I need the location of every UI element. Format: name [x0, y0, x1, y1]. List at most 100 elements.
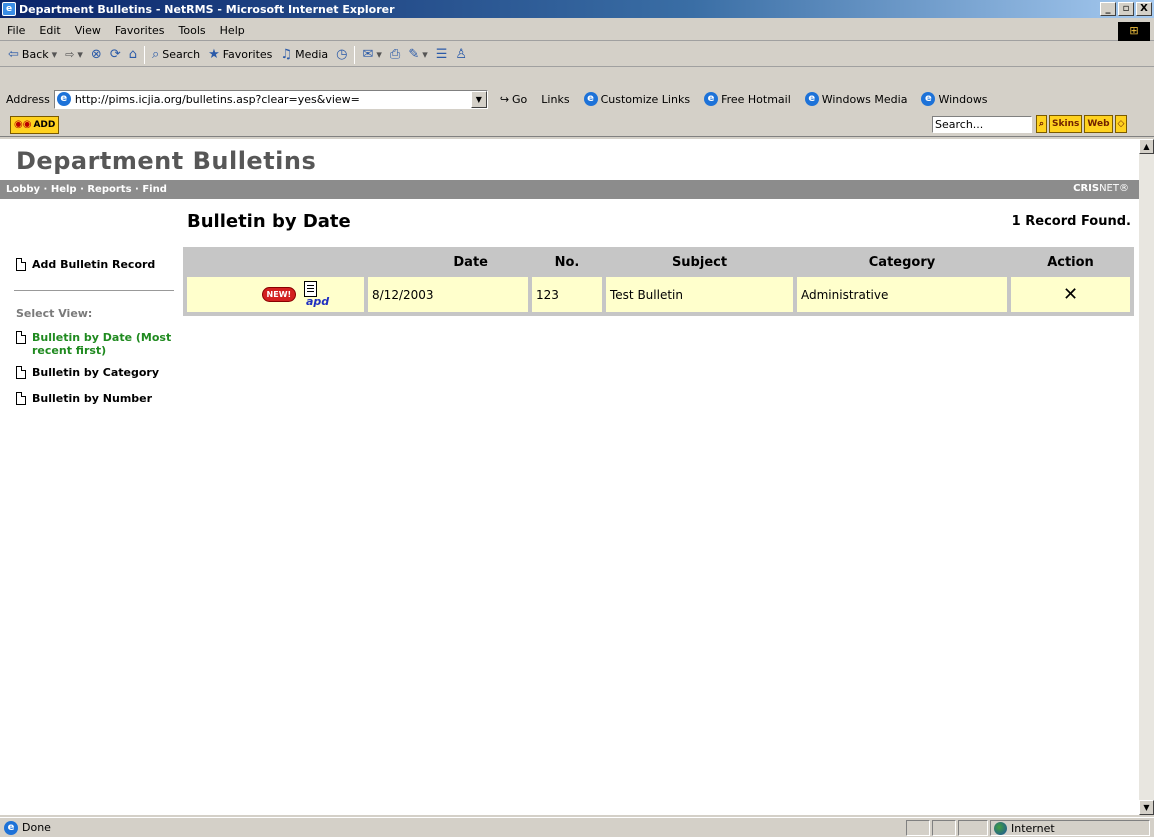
nav-help[interactable]: Help	[51, 184, 77, 195]
web-button[interactable]: Web	[1084, 115, 1113, 133]
maximize-button[interactable]: ▫	[1118, 2, 1134, 16]
mail-button[interactable]: ✉ ▾	[358, 44, 385, 66]
menu-view[interactable]: View	[68, 24, 108, 37]
address-dropdown-icon[interactable]: ▼	[470, 90, 487, 108]
view-bulletin-by-number[interactable]: Bulletin by Number	[16, 392, 152, 405]
media-button[interactable]: ♫ Media	[276, 44, 332, 66]
page-icon	[16, 392, 26, 405]
plugin-search-input[interactable]: Search...	[932, 116, 1032, 133]
link-windows-media[interactable]: e Windows Media	[804, 92, 907, 106]
refresh-icon: ⟳	[109, 47, 121, 62]
print-icon: ⎙	[389, 47, 401, 62]
address-label: Address	[6, 92, 50, 106]
window-title-bar: e Department Bulletins - NetRMS - Micros…	[0, 0, 1154, 18]
favorites-button[interactable]: ★ Favorites	[204, 44, 276, 66]
plugin-search-icon[interactable]: ⌕	[1036, 115, 1048, 133]
ie-link-icon: e	[583, 92, 598, 106]
media-icon: ♫	[280, 47, 293, 62]
skins-button[interactable]: Skins	[1049, 115, 1083, 133]
ie-link-icon: e	[704, 92, 719, 106]
back-label: Back	[21, 48, 49, 61]
page-content: Department Bulletins Lobby · Help · Repo…	[0, 139, 1139, 815]
add-plugin-button[interactable]: ◉◉ ADD	[10, 115, 60, 134]
view-label: Bulletin by Number	[32, 392, 153, 405]
links-label: Links	[541, 92, 570, 106]
view-label: Bulletin by Date (Most recent first)	[32, 331, 172, 357]
vertical-scrollbar[interactable]: ▲ ▼	[1139, 139, 1154, 815]
link-label: Customize Links	[600, 92, 691, 106]
add-label: ADD	[33, 119, 56, 130]
status-panel	[958, 820, 988, 836]
section-title: Bulletin by Date	[187, 211, 351, 232]
add-bulletin-record-label: Add Bulletin Record	[32, 258, 156, 271]
column-header-number: No.	[532, 251, 602, 273]
history-button[interactable]: ◷	[332, 44, 351, 66]
menu-bar: File Edit View Favorites Tools Help ⊞	[0, 21, 1154, 41]
refresh-button[interactable]: ⟳	[106, 44, 125, 66]
close-button[interactable]: X	[1136, 2, 1152, 16]
links-bar: Links e Customize Links e Free Hotmail e Wi…	[541, 92, 988, 106]
chevron-down-icon: ▾	[376, 48, 382, 61]
link-label: Windows	[938, 92, 988, 106]
go-button[interactable]: ↪ Go	[500, 93, 527, 106]
address-url: http://pims.icjia.org/bulletins.asp?clea…	[74, 92, 360, 106]
stop-button[interactable]: ⊗	[87, 44, 106, 66]
bulletin-table: Date No. Subject Category Action NEW! ap…	[183, 247, 1134, 316]
ie-app-icon: e	[2, 2, 16, 16]
menu-tools[interactable]: Tools	[172, 24, 213, 37]
discuss-button[interactable]: ☰	[432, 44, 452, 66]
nav-find[interactable]: Find	[142, 184, 167, 195]
standard-toolbar: ⇦ Back ▾ ⇨ ▾ ⊗ ⟳ ⌂ ⌕ Search ★ Favorites …	[0, 43, 1154, 67]
icons-cell: NEW! apd	[187, 277, 364, 312]
forward-button[interactable]: ⇨ ▾	[61, 44, 87, 66]
crisnet-logo: CRISNET®	[1073, 183, 1129, 194]
nav-reports[interactable]: Reports	[87, 184, 131, 195]
link-customize-links[interactable]: e Customize Links	[583, 92, 691, 106]
brand-bold: CRIS	[1073, 183, 1100, 194]
back-arrow-icon: ⇦	[8, 47, 19, 62]
stop-icon: ⊗	[90, 47, 102, 62]
search-button[interactable]: ⌕ Search	[148, 44, 204, 66]
table-row[interactable]: NEW! apd 8/12/2003 123 Test Bulletin Adm…	[187, 277, 1130, 312]
discuss-icon: ☰	[435, 47, 448, 62]
search-icon: ⌕	[151, 47, 160, 62]
view-bulletin-by-category[interactable]: Bulletin by Category	[16, 366, 159, 379]
sidebar-divider	[14, 290, 174, 291]
view-bulletin-by-date[interactable]: Bulletin by Date (Most recent first)	[16, 331, 186, 357]
back-button[interactable]: ⇦ Back ▾	[4, 44, 61, 66]
windows-logo-icon: ⊞	[1118, 22, 1150, 41]
record-count: 1 Record Found.	[1011, 214, 1131, 229]
menu-help[interactable]: Help	[213, 24, 252, 37]
page-icon	[16, 331, 26, 344]
view-label: Bulletin by Category	[32, 366, 160, 379]
highlight-icon[interactable]: ◇	[1114, 115, 1128, 133]
menu-favorites[interactable]: Favorites	[108, 24, 172, 37]
minimize-button[interactable]: _	[1100, 2, 1116, 16]
link-free-hotmail[interactable]: e Free Hotmail	[704, 92, 791, 106]
window-controls: _ ▫ X	[1100, 2, 1152, 16]
apd-document-icon[interactable]: apd	[304, 280, 329, 309]
ie-link-icon: e	[921, 92, 936, 106]
globe-icon	[994, 821, 1007, 835]
menu-file[interactable]: File	[0, 24, 32, 37]
menu-edit[interactable]: Edit	[32, 24, 67, 37]
nav-lobby[interactable]: Lobby	[6, 184, 40, 195]
plugin-toolbar: ◉◉ ADD Search... ⌕ Skins Web ◇	[0, 113, 1154, 137]
column-header-action: Action	[1011, 251, 1130, 273]
delete-icon[interactable]: ✕	[1063, 284, 1078, 305]
scroll-down-icon[interactable]: ▼	[1139, 800, 1154, 815]
edit-button[interactable]: ✎ ▾	[404, 44, 431, 66]
home-button[interactable]: ⌂	[125, 44, 141, 66]
column-header-subject: Subject	[606, 251, 793, 273]
favorites-label: Favorites	[222, 48, 273, 61]
add-bulletin-record-link[interactable]: Add Bulletin Record	[16, 258, 155, 271]
ie-page-icon: e	[4, 820, 18, 835]
table-header-row: Date No. Subject Category Action	[187, 251, 1130, 273]
link-windows[interactable]: e Windows	[921, 92, 988, 106]
messenger-button[interactable]: ♙	[451, 44, 471, 66]
scroll-up-icon[interactable]: ▲	[1139, 139, 1154, 154]
print-button[interactable]: ⎙	[386, 44, 404, 66]
select-view-label: Select View:	[16, 307, 93, 320]
subject-cell[interactable]: Test Bulletin	[606, 277, 793, 312]
address-input[interactable]: e http://pims.icjia.org/bulletins.asp?cl…	[53, 89, 488, 109]
